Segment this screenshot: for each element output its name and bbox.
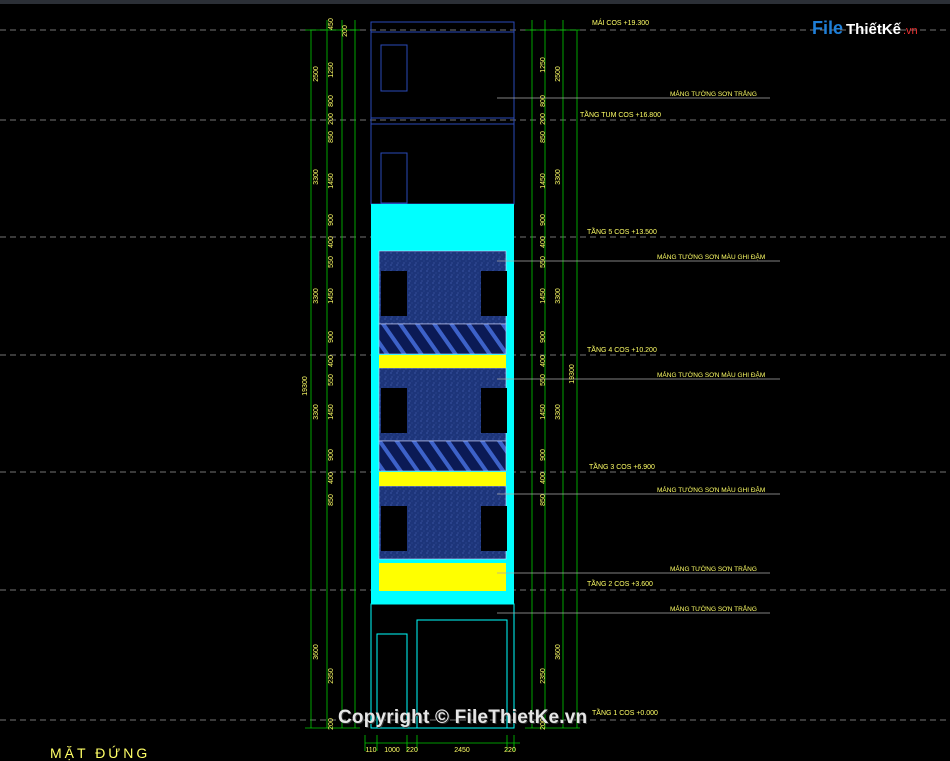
dimension-text: 1450 [328,404,335,420]
level-label: TẦNG 3 COS +6.900 [589,461,655,471]
dimension-text: 900 [328,214,335,226]
dimension-text: 900 [540,449,547,461]
dimension-text: 3600 [555,644,562,660]
dimension-text: 400 [540,472,547,484]
dimension-text: 3300 [555,169,562,185]
roof-section [370,21,515,205]
dimension-text: 450 [328,18,335,30]
dimension-text: 550 [540,374,547,386]
dimension-text: 900 [540,214,547,226]
copyright-watermark: Copyright © FileThietKe.vn [338,707,588,728]
dimension-text: 400 [328,472,335,484]
dimension-text: 1450 [540,404,547,420]
dimension-text: 800 [328,95,335,107]
dimension-texts-left: 450 200 2500 1250 800 200 850 3300 1450 900 400 550… [313,18,349,730]
dimension-text: 550 [328,374,335,386]
dimension-text: 200 [328,718,335,730]
dimension-text: 550 [328,256,335,268]
dimension-text: 1450 [540,173,547,189]
dimension-text: 2350 [540,668,547,684]
dimension-text: 900 [540,331,547,343]
dimension-text: 1000 [384,747,400,754]
dimension-text: 400 [328,355,335,367]
level-label: MÁI COS +19.300 [592,18,649,27]
dimension-text: 900 [328,449,335,461]
dimension-text: 200 [342,25,349,37]
callout-label: MẢNG TƯỜNG SƠN TRẮNG [670,564,757,573]
dimension-texts-bottom: 110 1000 220 2450 220 [365,747,516,754]
level-labels: MÁI COS +19.300 TẦNG TUM COS +16.800 TẦN… [580,18,661,717]
dimension-text: 1250 [540,57,547,73]
level-label: TẦNG 5 COS +13.500 [587,226,657,236]
dimension-text: 850 [540,494,547,506]
callout-label: MẢNG TƯỜNG SƠN MÀU GHI ĐẬM [657,370,765,379]
callout-label: MẢNG TƯỜNG SƠN MÀU GHI ĐẬM [657,485,765,494]
level-label: TẦNG 1 COS +0.000 [592,707,658,717]
dimension-text: 550 [540,256,547,268]
dimension-total-left: 19300 [302,376,309,396]
dimension-text: 3300 [555,288,562,304]
callout-label: MẢNG TƯỜNG SƠN TRẮNG [670,89,757,98]
dimension-text: 2500 [555,66,562,82]
logo-thietke-text: ThiếtKế [846,21,902,38]
dimension-text: 1450 [328,173,335,189]
dimension-texts-right: 2500 1250 800 200 850 3300 1450 900 400 550 3300 14… [540,57,562,730]
callout-labels: MẢNG TƯỜNG SƠN TRẮNG MẢNG TƯỜNG SƠN MÀU … [657,89,765,613]
dimension-lines-left [305,20,360,729]
dimension-text: 400 [540,355,547,367]
dimension-text: 400 [328,236,335,248]
dimension-text: 400 [540,236,547,248]
dimension-text: 110 [365,747,376,754]
dimension-text: 850 [540,131,547,143]
dimension-text: 1250 [328,62,335,78]
dimension-text: 3600 [313,644,320,660]
level-label: TẦNG 2 COS +3.600 [587,578,653,588]
filethietke-logo: File ThiếtKế .vn [812,18,918,38]
dimension-text: 900 [328,331,335,343]
dimension-text: 850 [328,131,335,143]
dimension-text: 3300 [313,288,320,304]
dimension-text: 220 [406,747,418,754]
dimension-text: 200 [540,113,547,125]
dimension-text: 3300 [313,404,320,420]
callout-label: MẢNG TƯỜNG SƠN TRẮNG [670,604,757,613]
level-label: TẦNG 4 COS +10.200 [587,344,657,354]
dimension-text: 1450 [540,288,547,304]
logo-file-text: File [812,18,843,38]
dimension-text: 850 [328,494,335,506]
callout-label: MẢNG TƯỜNG SƠN MÀU GHI ĐẬM [657,252,765,261]
logo-vn-text: .vn [903,25,918,37]
dimension-text: 2350 [328,668,335,684]
dimension-text: 220 [504,747,516,754]
dimension-text: 3300 [555,404,562,420]
elevation-drawing: MÁI COS +19.300 TẦNG TUM COS +16.800 TẦN… [0,18,950,754]
dimension-text: 200 [328,113,335,125]
dimension-text: 2450 [454,747,470,754]
dimension-text: 2500 [313,66,320,82]
level-label: TẦNG TUM COS +16.800 [580,109,661,119]
drawing-title: MẶT ĐỨNG [50,745,151,761]
dimension-text: 1450 [328,288,335,304]
dimension-text: 3300 [313,169,320,185]
dimension-total-right: 19300 [569,364,576,384]
dimension-text: 800 [540,95,547,107]
